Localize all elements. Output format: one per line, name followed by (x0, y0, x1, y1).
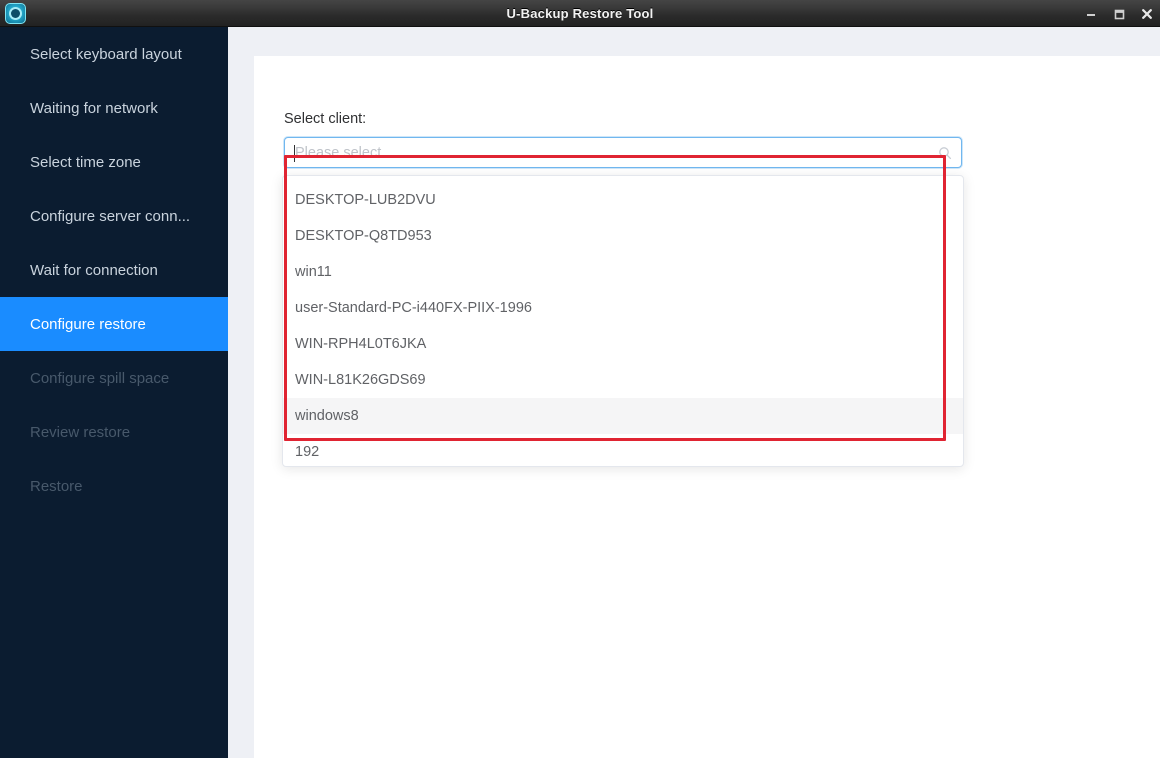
minimize-icon[interactable] (1084, 7, 1098, 21)
client-dropdown-list[interactable]: DESKTOP-LUB2DVU DESKTOP-Q8TD953 win11 us… (282, 175, 964, 467)
close-icon[interactable] (1140, 7, 1154, 21)
dropdown-option-win11[interactable]: win11 (283, 254, 963, 290)
select-client-label: Select client: (284, 111, 366, 127)
dropdown-options: DESKTOP-LUB2DVU DESKTOP-Q8TD953 win11 us… (283, 176, 963, 467)
search-icon (938, 146, 952, 160)
backup-app-icon (5, 3, 26, 24)
sidebar-item-waiting-for-network[interactable]: Waiting for network (0, 81, 228, 135)
dropdown-option-win-l81k26gds69[interactable]: WIN-L81K26GDS69 (283, 362, 963, 398)
select-client-placeholder: Please select... (295, 145, 393, 161)
sidebar-item-label: Review restore (30, 424, 130, 441)
sidebar-item-select-keyboard-layout[interactable]: Select keyboard layout (0, 27, 228, 81)
dropdown-option-windows8[interactable]: windows8 (283, 398, 963, 434)
sidebar-item-label: Select keyboard layout (30, 46, 182, 63)
sidebar-item-configure-spill-space: Configure spill space (0, 351, 228, 405)
sidebar-item-label: Configure restore (30, 316, 146, 333)
app-icon-glyph (11, 9, 20, 18)
title-bar: U-Backup Restore Tool (0, 0, 1160, 27)
sidebar-item-select-time-zone[interactable]: Select time zone (0, 135, 228, 189)
dropdown-option-desktop-lub2dvu[interactable]: DESKTOP-LUB2DVU (283, 182, 963, 218)
select-client-input[interactable]: Please select... (284, 137, 962, 168)
text-caret (294, 145, 295, 162)
sidebar: Select keyboard layout Waiting for netwo… (0, 27, 228, 758)
dropdown-option-desktop-q8td953[interactable]: DESKTOP-Q8TD953 (283, 218, 963, 254)
sidebar-item-wait-for-connection[interactable]: Wait for connection (0, 243, 228, 297)
sidebar-item-label: Wait for connection (30, 262, 158, 279)
sidebar-item-label: Configure spill space (30, 370, 169, 387)
sidebar-item-label: Configure server conn... (30, 208, 190, 225)
sidebar-item-label: Waiting for network (30, 100, 158, 117)
content-card: Select client: Please select... DESKTOP-… (254, 56, 1160, 758)
dropdown-option-user-standard-pc[interactable]: user-Standard-PC-i440FX-PIIX-1996 (283, 290, 963, 326)
window-title: U-Backup Restore Tool (0, 6, 1160, 21)
maximize-icon[interactable] (1112, 7, 1126, 21)
sidebar-item-restore: Restore (0, 459, 228, 513)
sidebar-item-configure-server-connection[interactable]: Configure server conn... (0, 189, 228, 243)
application-window: U-Backup Restore Tool Select keyboard la… (0, 0, 1160, 758)
sidebar-item-label: Select time zone (30, 154, 141, 171)
sidebar-item-label: Restore (30, 478, 83, 495)
sidebar-item-configure-restore[interactable]: Configure restore (0, 297, 228, 351)
content-area: Select client: Please select... DESKTOP-… (228, 27, 1160, 758)
dropdown-option-win-rph4l0t6jka[interactable]: WIN-RPH4L0T6JKA (283, 326, 963, 362)
sidebar-item-review-restore: Review restore (0, 405, 228, 459)
dropdown-option-192[interactable]: 192 (283, 434, 963, 467)
window-controls (1084, 0, 1154, 27)
